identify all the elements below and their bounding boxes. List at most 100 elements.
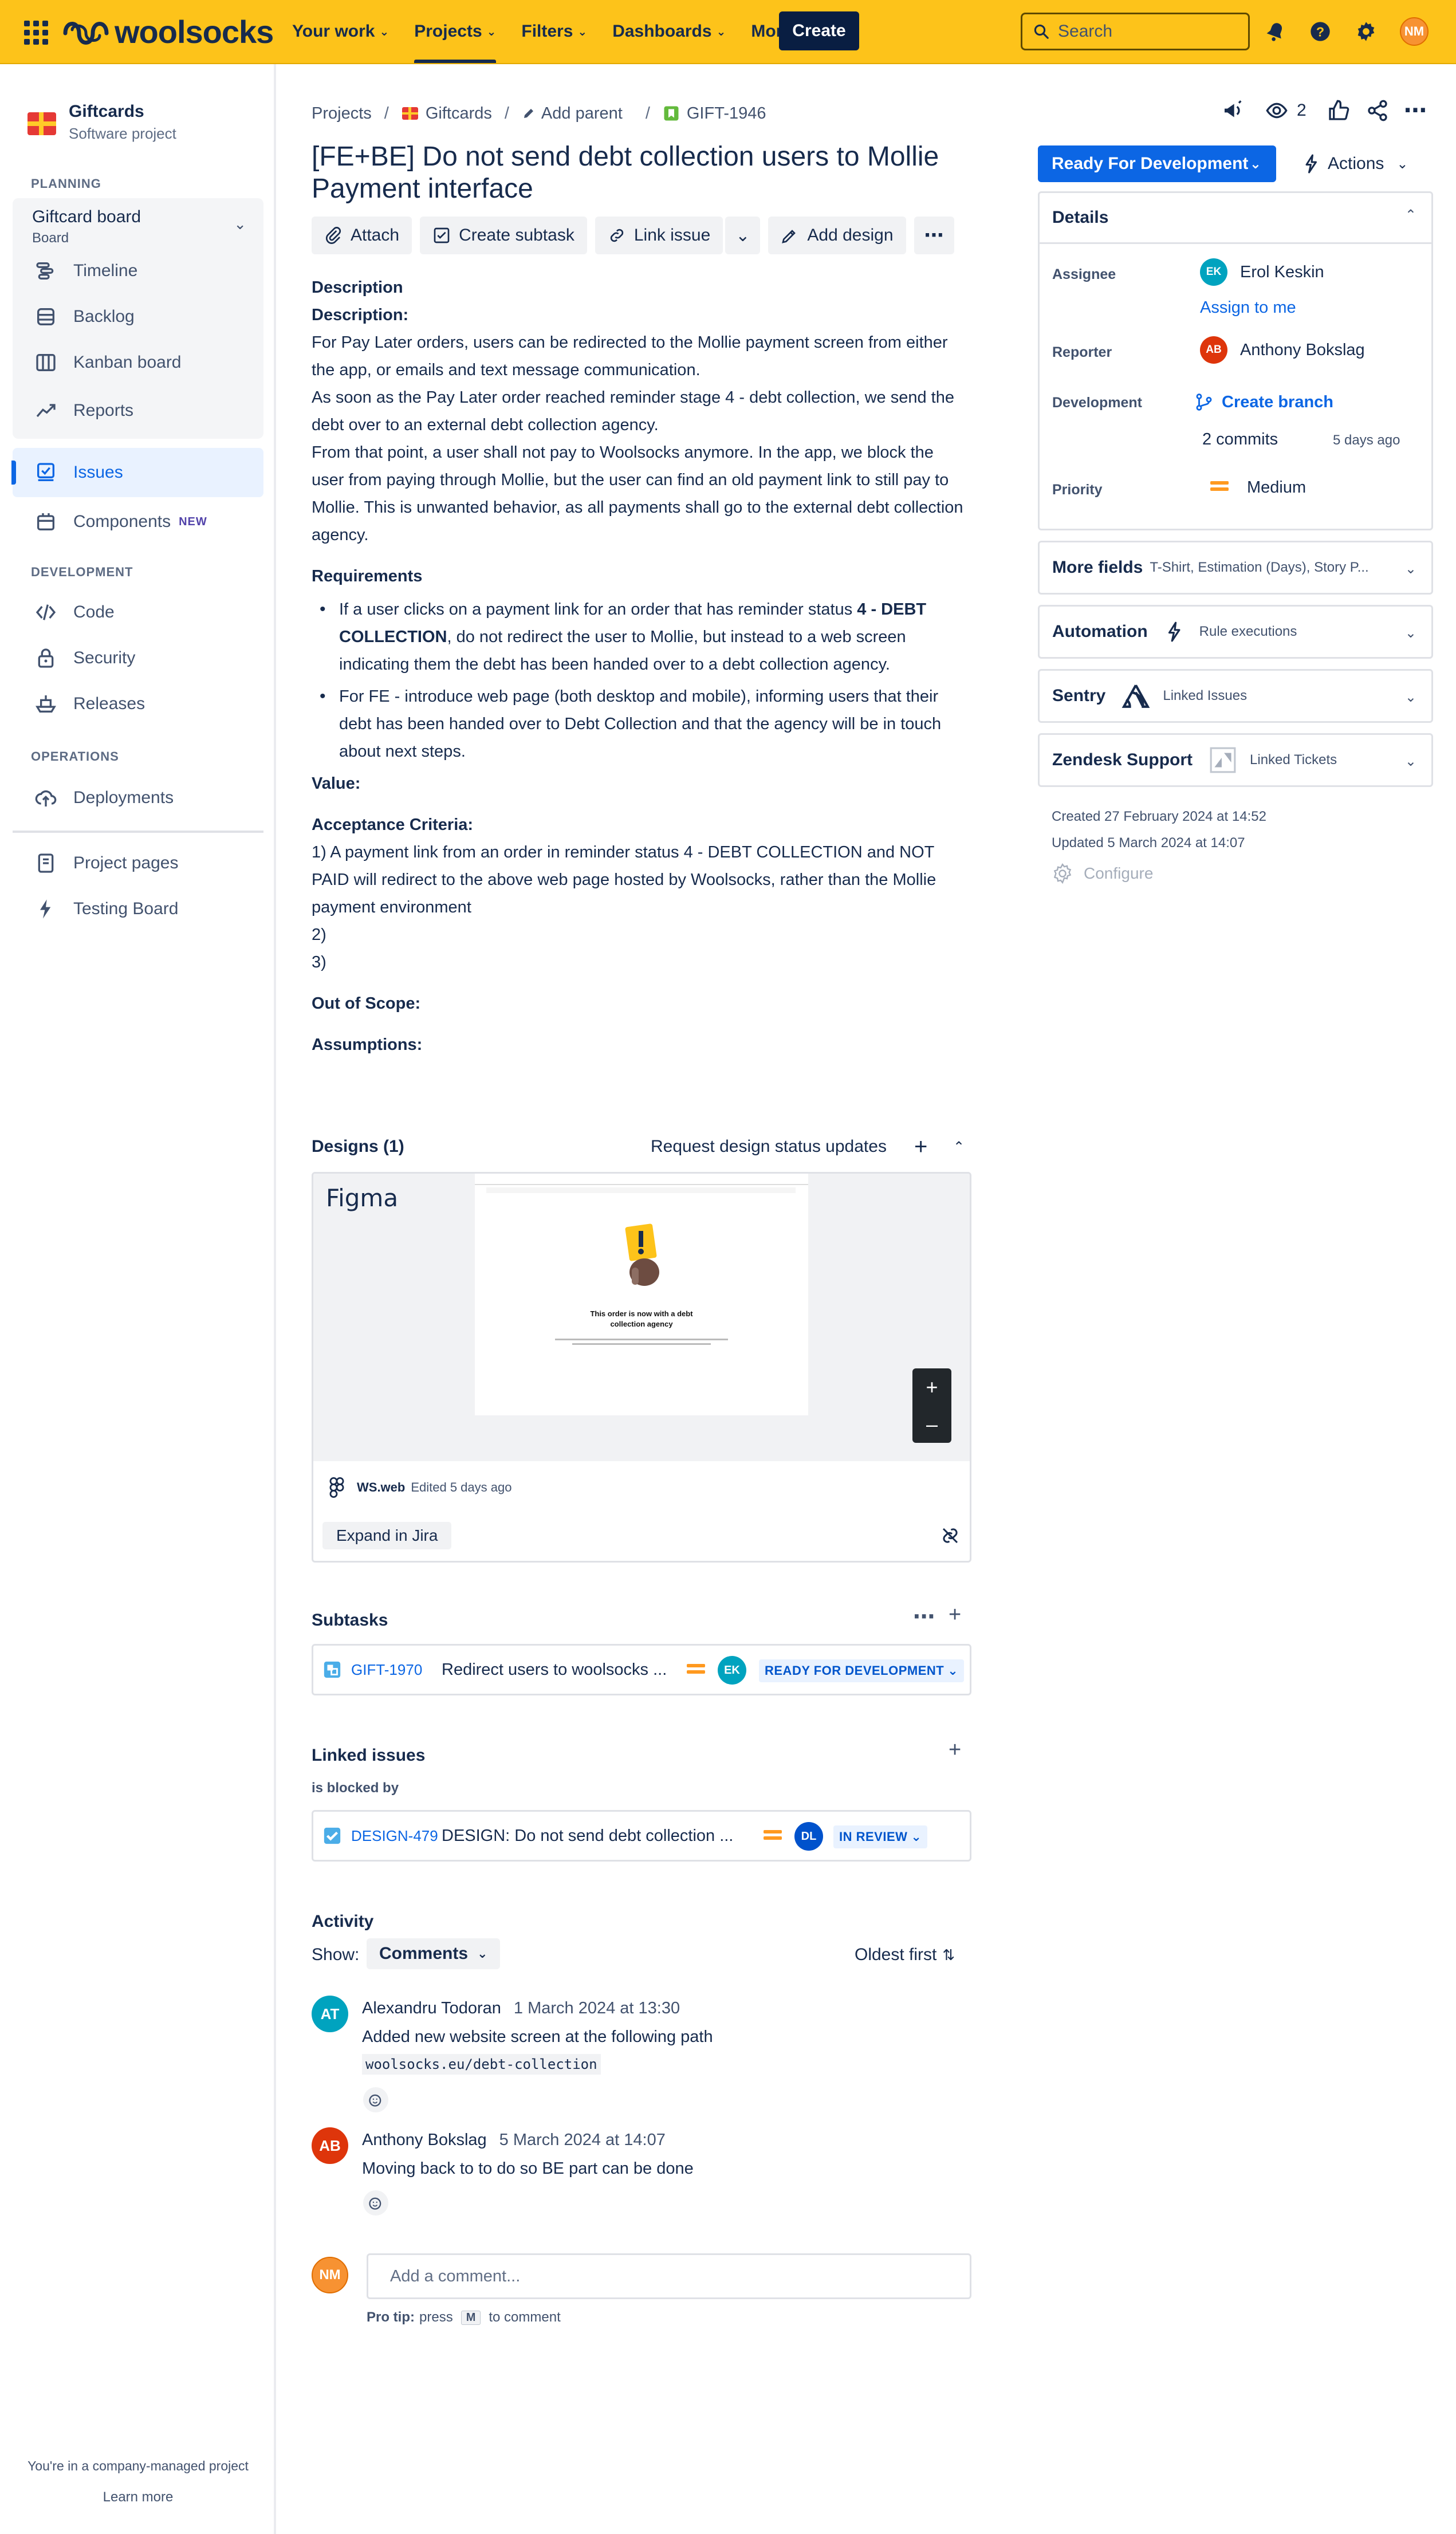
woolsocks-logo[interactable]: woolsocks [60, 13, 274, 50]
priority-value[interactable]: Medium [1210, 478, 1306, 497]
megaphone-feedback-icon[interactable] [1219, 96, 1248, 125]
status-transition-button[interactable]: Ready For Development ⌄ [1038, 145, 1276, 182]
project-header[interactable]: Giftcards Software project [26, 102, 176, 143]
reporter-value[interactable]: AB Anthony Bokslag [1200, 336, 1365, 364]
comment-author[interactable]: Anthony Bokslag [362, 2131, 487, 2149]
comment-author[interactable]: Alexandru Todoran [362, 1999, 501, 2017]
actions-button[interactable]: Actions ⌄ [1290, 145, 1420, 182]
sort-order-button[interactable]: Oldest first ⇅ [855, 1945, 955, 1965]
user-avatar[interactable]: NM [1400, 17, 1429, 46]
search-input[interactable] [1058, 22, 1241, 41]
configure-button[interactable]: Configure [1052, 863, 1153, 884]
sidebar-item-reports[interactable]: Reports [13, 386, 263, 435]
notifications-bell-icon[interactable] [1261, 17, 1290, 46]
expand-in-jira-button[interactable]: Expand in Jira [322, 1522, 452, 1549]
breadcrumb-project[interactable]: Giftcards [426, 104, 492, 123]
add-subtask-plus-icon[interactable]: + [949, 1603, 961, 1627]
development-heading: DEVELOPMENT [31, 565, 133, 579]
add-linked-issue-plus-icon[interactable]: + [949, 1738, 961, 1762]
create-button[interactable]: Create [779, 11, 859, 50]
assign-to-me-link[interactable]: Assign to me [1200, 298, 1296, 317]
vote-thumbs-up-icon[interactable] [1324, 96, 1353, 125]
more-fields-panel[interactable]: More fields T-Shirt, Estimation (Days), … [1038, 541, 1433, 595]
design-preview[interactable]: Figma This order is now with a debt coll… [313, 1174, 970, 1461]
breadcrumb-projects[interactable]: Projects [312, 104, 372, 123]
comment-timestamp[interactable]: 5 March 2024 at 14:07 [499, 2131, 666, 2149]
breadcrumb-issue-key[interactable]: GIFT-1946 [687, 104, 766, 123]
add-design-plus-icon[interactable]: + [914, 1134, 927, 1160]
sidebar-item-security[interactable]: Security [13, 634, 263, 683]
sidebar-item-backlog[interactable]: Backlog [13, 292, 263, 341]
search-box[interactable] [1021, 13, 1250, 50]
attach-button[interactable]: Attach [312, 217, 412, 254]
linked-issue-row[interactable]: DESIGN-479 DESIGN: Do not send debt coll… [312, 1810, 971, 1862]
commits-link[interactable]: 2 commits [1202, 430, 1278, 449]
nav-your-work[interactable]: Your work ⌄ [280, 0, 402, 63]
assignee-value[interactable]: EK Erol Keskin [1200, 258, 1324, 286]
linked-issue-key[interactable]: DESIGN-479 [351, 1827, 442, 1845]
subtask-key[interactable]: GIFT-1970 [351, 1661, 442, 1679]
more-actions-ellipsis-icon[interactable]: ⋯ [914, 217, 954, 254]
nav-projects[interactable]: Projects ⌄ [402, 0, 509, 63]
linked-issue-status-dropdown[interactable]: IN REVIEW ⌄ [833, 1825, 928, 1848]
chevron-down-icon[interactable]: ⌄ [234, 215, 246, 233]
comment-author-avatar[interactable]: AB [312, 2127, 348, 2164]
link-issue-dropdown[interactable]: ⌄ [725, 217, 761, 254]
activity-filter-label: Comments [379, 1944, 469, 1963]
subtask-row[interactable]: GIFT-1970 Redirect users to woolsocks ..… [312, 1644, 971, 1695]
more-ellipsis-icon[interactable]: ⋯ [1401, 96, 1430, 125]
automation-panel[interactable]: Automation Rule executions ⌄ [1038, 605, 1433, 659]
learn-more-link[interactable]: Learn more [0, 2489, 276, 2505]
sidebar-item-project-pages[interactable]: Project pages [13, 839, 263, 888]
help-icon[interactable]: ? [1306, 17, 1335, 46]
add-reaction-icon[interactable] [363, 2190, 388, 2216]
board-title[interactable]: Giftcard board [32, 207, 141, 227]
linked-issue-assignee-avatar[interactable]: DL [794, 1822, 823, 1851]
zoom-out-icon[interactable]: – [912, 1406, 951, 1443]
issue-description[interactable]: Description Description: For Pay Later o… [312, 274, 965, 1059]
details-heading[interactable]: Details [1052, 208, 1108, 227]
add-comment-input[interactable] [367, 2253, 971, 2299]
nav-filters[interactable]: Filters ⌄ [509, 0, 600, 63]
add-reaction-icon[interactable] [363, 2087, 388, 2112]
sidebar-item-components[interactable]: Components NEW [13, 497, 263, 546]
nav-dashboards[interactable]: Dashboards ⌄ [600, 0, 738, 63]
zoom-in-icon[interactable]: + [912, 1368, 951, 1406]
comment-timestamp[interactable]: 1 March 2024 at 13:30 [514, 1999, 680, 2017]
unlink-design-icon[interactable] [940, 1525, 961, 1546]
subtask-summary[interactable]: Redirect users to woolsocks ... [442, 1661, 667, 1679]
sidebar-item-kanban-board[interactable]: Kanban board [13, 338, 263, 387]
figma-design-card[interactable]: Figma This order is now with a debt coll… [312, 1172, 971, 1563]
sidebar-item-releases[interactable]: Releases [13, 679, 263, 729]
share-icon[interactable] [1363, 96, 1392, 125]
chevron-down-icon: ⌄ [911, 1829, 922, 1844]
app-switcher-icon[interactable] [22, 18, 48, 45]
settings-gear-icon[interactable] [1352, 17, 1380, 46]
chevron-up-icon[interactable]: ⌃ [953, 1139, 965, 1155]
activity-filter-dropdown[interactable]: Comments ⌄ [367, 1938, 501, 1969]
sidebar-item-code[interactable]: Code [13, 588, 263, 637]
sentry-panel[interactable]: Sentry Linked Issues ⌄ [1038, 669, 1433, 723]
subtask-assignee-avatar[interactable]: EK [718, 1656, 746, 1685]
zendesk-panel[interactable]: Zendesk Support Linked Tickets ⌄ [1038, 733, 1433, 787]
subtask-status-dropdown[interactable]: READY FOR DEVELOPMENT ⌄ [759, 1659, 965, 1682]
watch-count[interactable]: 2 [1297, 101, 1307, 120]
issue-title[interactable]: [FE+BE] Do not send debt collection user… [312, 141, 976, 205]
sidebar-item-issues[interactable]: Issues [11, 448, 263, 497]
chevron-up-icon[interactable]: ⌃ [1405, 207, 1416, 223]
request-design-status-button[interactable]: Request design status updates [651, 1137, 887, 1156]
linked-issue-summary[interactable]: DESIGN: Do not send debt collection ... [442, 1827, 733, 1846]
subtasks-more-ellipsis-icon[interactable]: ⋯ [913, 1604, 935, 1630]
sidebar-item-label: Code [73, 603, 115, 621]
sidebar-item-timeline[interactable]: Timeline [13, 246, 263, 296]
create-branch-link[interactable]: Create branch [1194, 392, 1333, 412]
sidebar-item-testing-board[interactable]: Testing Board [13, 884, 263, 934]
reports-chart-icon [36, 404, 56, 418]
link-issue-button[interactable]: Link issue [595, 217, 723, 254]
watch-eye-icon[interactable] [1262, 96, 1291, 125]
add-parent-button[interactable]: Add parent [541, 104, 623, 123]
sidebar-item-deployments[interactable]: Deployments [13, 773, 263, 823]
comment-author-avatar[interactable]: AT [312, 1996, 348, 2032]
add-design-button[interactable]: Add design [768, 217, 906, 254]
create-subtask-button[interactable]: Create subtask [420, 217, 587, 254]
